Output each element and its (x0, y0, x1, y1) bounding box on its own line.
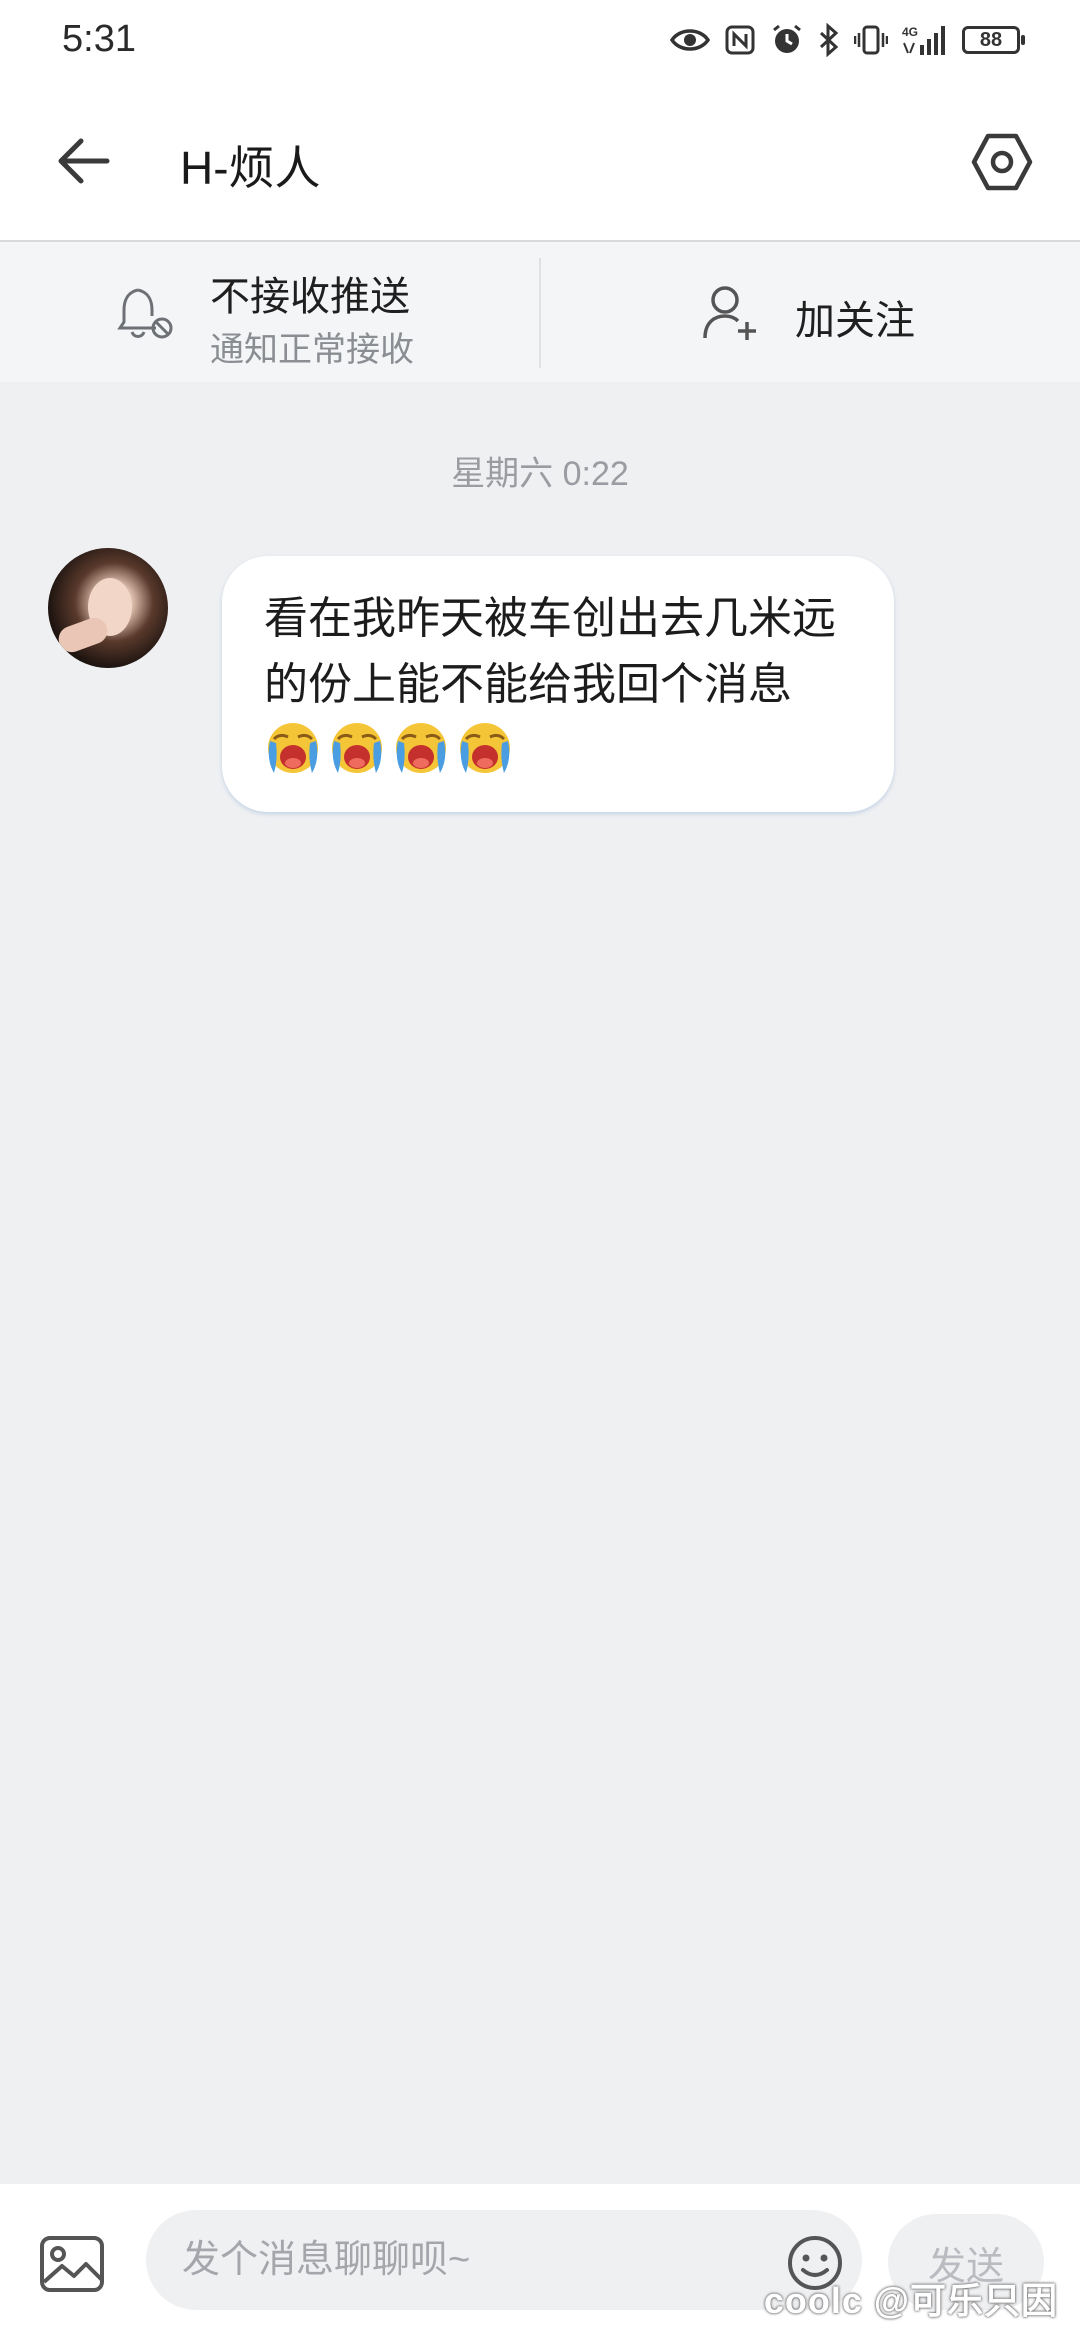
avatar[interactable] (48, 548, 168, 668)
nfc-icon (725, 25, 755, 55)
settings-button[interactable] (964, 124, 1040, 200)
follow-button[interactable]: 加关注 (541, 242, 1080, 382)
push-label: 不接收推送 (210, 275, 410, 319)
svg-text:4G: 4G (902, 25, 918, 39)
bluetooth-icon (819, 23, 839, 57)
crying-face-icon (392, 719, 450, 777)
alarm-icon (773, 24, 801, 53)
signal-icon: 4G (902, 25, 945, 55)
crying-face-icon (328, 719, 386, 777)
bell-muted-icon (117, 288, 173, 339)
push-setting-button[interactable]: 不接收推送 通知正常接收 (0, 242, 540, 382)
battery-level: 88 (979, 28, 1003, 51)
crying-face-icon (264, 719, 322, 777)
battery-icon: 88 (962, 26, 1025, 54)
chat-header: H-烦人 (0, 80, 1080, 242)
back-button[interactable] (50, 128, 116, 194)
crying-face-icon (456, 719, 514, 777)
image-button[interactable] (36, 2228, 108, 2300)
page-title: H-烦人 (180, 142, 321, 194)
hexagon-settings-icon (971, 133, 1033, 191)
image-icon (40, 2236, 104, 2292)
emoji-row (264, 723, 520, 775)
eye-icon (670, 29, 710, 51)
message-bubble[interactable]: 看在我昨天被车创出去几米远的份上能不能给我回个消息 (222, 556, 894, 812)
message-timestamp: 星期六 0:22 (451, 455, 629, 493)
message-text: 看在我昨天被车创出去几米远的份上能不能给我回个消息 (264, 594, 836, 709)
message-input[interactable] (146, 2210, 862, 2310)
arrow-left-icon (58, 138, 110, 184)
watermark: coolc @可乐只因 (763, 2280, 1058, 2321)
status-time: 5:31 (62, 18, 136, 60)
status-bar: 5:31 4G 88 (0, 0, 1080, 80)
avatar-hand (55, 614, 111, 656)
push-sublabel: 通知正常接收 (210, 331, 414, 369)
action-bar: 不接收推送 通知正常接收 加关注 (0, 242, 1080, 382)
follow-label: 加关注 (795, 299, 915, 343)
add-user-icon (703, 286, 756, 340)
vibrate-icon (854, 25, 888, 55)
status-icons: 4G 88 (670, 20, 1025, 60)
